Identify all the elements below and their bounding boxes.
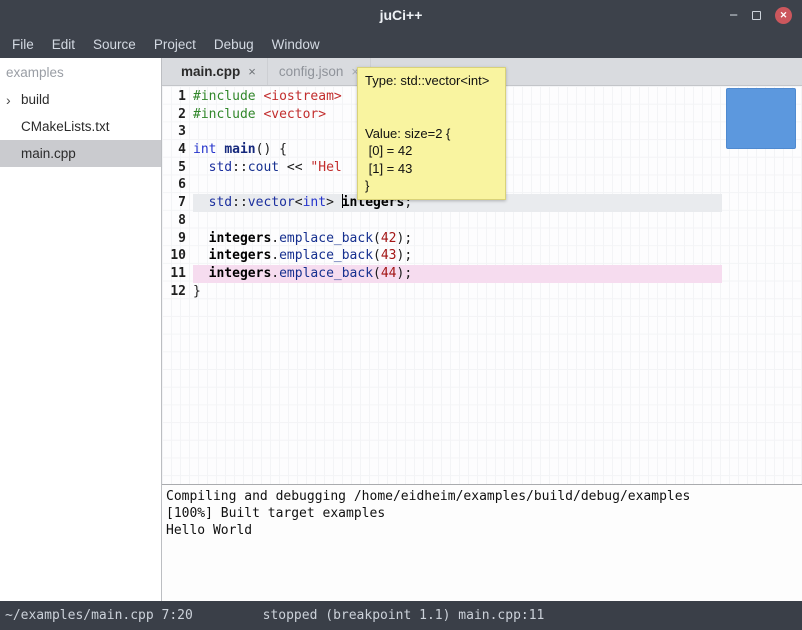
sidebar-header: examples [0, 58, 161, 86]
tree-item-label: main.cpp [21, 146, 76, 161]
line-number[interactable]: 2 [162, 106, 186, 124]
status-bar: ~/examples/main.cpp 7:20 stopped (breakp… [0, 601, 802, 630]
file-tree: ›build CMakeLists.txt main.cpp [0, 86, 161, 167]
tooltip-line: [0] = 42 [365, 142, 498, 160]
line-number[interactable]: 10 [162, 247, 186, 265]
line-number[interactable]: 6 [162, 176, 186, 194]
status-file-position: ~/examples/main.cpp 7:20 [0, 608, 263, 623]
menu-item-project[interactable]: Project [145, 30, 205, 58]
scrollbar-thumb[interactable] [726, 88, 796, 149]
window-title: juCi++ [380, 7, 423, 23]
tree-item-main.cpp[interactable]: main.cpp [0, 140, 161, 167]
tab-config.json[interactable]: config.json× [268, 58, 371, 85]
tooltip-line: Value: size=2 { [365, 125, 498, 143]
expander-icon[interactable]: › [6, 93, 21, 107]
line-number[interactable]: 1 [162, 88, 186, 106]
terminal-line: Hello World [166, 522, 798, 539]
tooltip-line [365, 90, 498, 108]
terminal-line: Compiling and debugging /home/eidheim/ex… [166, 488, 798, 505]
tooltip-line: Type: std::vector<int> [365, 72, 498, 90]
close-icon[interactable]: ✕ [775, 7, 792, 24]
tooltip-line: } [365, 177, 498, 195]
code-line[interactable]: 11 integers.emplace_back(44); [162, 265, 722, 283]
menu-item-edit[interactable]: Edit [43, 30, 84, 58]
tooltip-line: [1] = 43 [365, 160, 498, 178]
tree-item-label: build [21, 92, 50, 107]
code-line[interactable]: 10 integers.emplace_back(43); [162, 247, 722, 265]
tab-label: config.json [279, 64, 344, 79]
line-number[interactable]: 3 [162, 123, 186, 141]
line-number[interactable]: 11 [162, 265, 186, 283]
code-text: integers.emplace_back(42); [193, 230, 722, 248]
status-debug-state: stopped (breakpoint 1.1) main.cpp:11 [263, 608, 545, 623]
sidebar: examples ›build CMakeLists.txt main.cpp [0, 58, 161, 601]
overview-scrollbar-area [722, 86, 802, 484]
minimize-icon[interactable]: − [729, 8, 738, 23]
tab-close-icon[interactable]: × [248, 64, 256, 79]
tab-label: main.cpp [181, 64, 240, 79]
menu-bar: FileEditSourceProjectDebugWindow [0, 30, 802, 58]
code-line[interactable]: 12} [162, 283, 722, 301]
menu-item-window[interactable]: Window [263, 30, 329, 58]
restore-icon[interactable] [752, 11, 761, 20]
debug-tooltip: Type: std::vector<int> Value: size=2 { [… [357, 67, 506, 200]
tree-item-label: CMakeLists.txt [21, 119, 110, 134]
code-line[interactable]: 9 integers.emplace_back(42); [162, 230, 722, 248]
line-number[interactable]: 12 [162, 283, 186, 301]
line-number[interactable]: 7 [162, 194, 186, 212]
title-bar: juCi++ − ✕ [0, 0, 802, 30]
code-text: integers.emplace_back(43); [193, 247, 722, 265]
menu-item-file[interactable]: File [3, 30, 43, 58]
menu-item-source[interactable]: Source [84, 30, 145, 58]
code-text [193, 212, 722, 230]
line-number[interactable]: 8 [162, 212, 186, 230]
menu-item-debug[interactable]: Debug [205, 30, 263, 58]
line-number[interactable]: 9 [162, 230, 186, 248]
code-text: } [193, 283, 722, 301]
tree-item-build[interactable]: ›build [0, 86, 161, 113]
window-controls: − ✕ [729, 0, 792, 30]
line-number[interactable]: 5 [162, 159, 186, 177]
line-number[interactable]: 4 [162, 141, 186, 159]
code-text: integers.emplace_back(44); [193, 265, 722, 283]
code-line[interactable]: 8 [162, 212, 722, 230]
terminal-line: [100%] Built target examples [166, 505, 798, 522]
tab-main.cpp[interactable]: main.cpp × [170, 58, 268, 85]
tree-item-CMakeLists.txt[interactable]: CMakeLists.txt [0, 113, 161, 140]
tooltip-line [365, 107, 498, 125]
terminal-output[interactable]: Compiling and debugging /home/eidheim/ex… [162, 485, 802, 601]
